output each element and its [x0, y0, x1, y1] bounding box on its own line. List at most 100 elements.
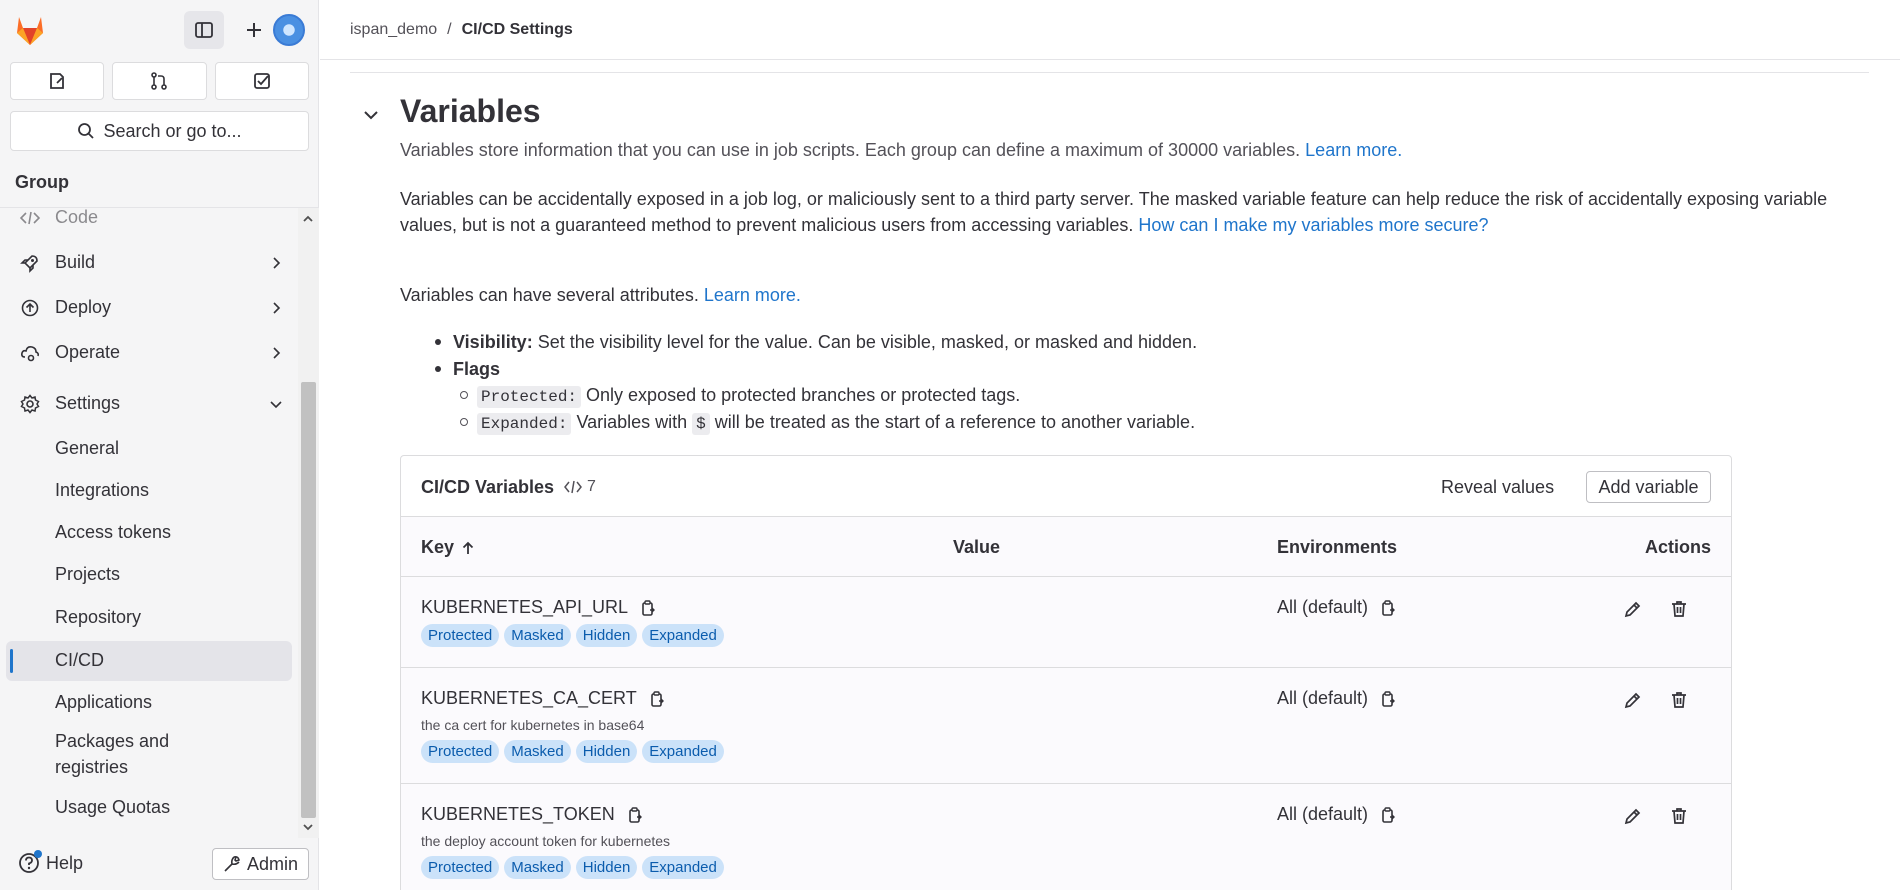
card-header: CI/CD Variables 7 Reveal values Add vari… — [401, 456, 1731, 517]
sidebar-item-packages-registries[interactable]: Packages and registries — [6, 726, 292, 782]
sidebar: Search or go to... Group Code Build Depl… — [0, 0, 319, 890]
sidebar-item-label: Applications — [55, 692, 153, 712]
copy-icon[interactable] — [638, 599, 656, 617]
sidebar-item-integrations[interactable]: Integrations — [6, 471, 292, 511]
bullet — [435, 338, 441, 345]
gitlab-logo-icon[interactable] — [13, 14, 47, 46]
admin-label: Admin — [246, 853, 299, 874]
row-actions — [1621, 597, 1691, 621]
sidebar-item-settings[interactable]: Settings — [6, 384, 292, 424]
sidebar-item-cicd[interactable]: CI/CD — [6, 641, 292, 681]
list-item: Flags — [400, 359, 500, 380]
cloud-gear-icon — [20, 343, 40, 363]
copy-icon[interactable] — [625, 806, 643, 824]
copy-icon[interactable] — [1378, 690, 1396, 708]
scroll-up-icon[interactable] — [302, 213, 314, 225]
sidebar-item-projects[interactable]: Projects — [6, 555, 292, 595]
section-intro: Variables store information that you can… — [400, 140, 1402, 161]
page-title: Variables — [400, 93, 541, 129]
issues-icon[interactable] — [10, 62, 105, 100]
scroll-down-icon[interactable] — [302, 821, 314, 833]
badge-masked: Masked — [504, 624, 571, 647]
admin-button[interactable]: Admin — [212, 848, 309, 880]
variable-count: 7 — [564, 478, 596, 496]
sidebar-toggle-icon[interactable] — [184, 11, 224, 49]
column-label: Key — [421, 537, 455, 557]
delete-trash-icon[interactable] — [1667, 688, 1691, 712]
table-row: KUBERNETES_API_URL Protected Masked Hidd… — [401, 577, 1731, 668]
chevron-right-icon — [268, 300, 284, 316]
merge-request-icon[interactable] — [112, 62, 207, 100]
sidebar-item-label: Projects — [55, 564, 121, 584]
expanded-text-a: Variables with — [576, 412, 688, 432]
breadcrumb-parent[interactable]: ispan_demo — [350, 21, 437, 39]
row-actions — [1621, 688, 1691, 712]
sidebar-item-general[interactable]: General — [6, 429, 292, 469]
delete-trash-icon[interactable] — [1667, 804, 1691, 828]
edit-pencil-icon[interactable] — [1621, 597, 1645, 621]
badge-masked: Masked — [504, 856, 571, 879]
sidebar-header — [0, 0, 319, 60]
edit-pencil-icon[interactable] — [1621, 688, 1645, 712]
plus-icon[interactable] — [234, 11, 274, 49]
learn-more-link[interactable]: Learn more. — [1305, 140, 1402, 160]
intro-text: Variables store information that you can… — [400, 140, 1301, 160]
chevron-right-icon — [268, 255, 284, 271]
table-row: KUBERNETES_TOKEN the deploy account toke… — [401, 784, 1731, 890]
collapse-chevron-icon[interactable] — [362, 106, 380, 124]
divider — [350, 72, 1869, 73]
reveal-values-button[interactable]: Reveal values — [1441, 477, 1554, 498]
deploy-icon — [20, 298, 40, 318]
sidebar-item-deploy[interactable]: Deploy — [6, 288, 292, 328]
variable-environment: All (default) — [1277, 688, 1396, 709]
list-item: Protected: Only exposed to protected bra… — [460, 385, 1020, 408]
sidebar-item-access-tokens[interactable]: Access tokens — [6, 513, 292, 553]
breadcrumb-current[interactable]: CI/CD Settings — [462, 21, 573, 39]
sidebar-item-applications[interactable]: Applications — [6, 683, 292, 723]
scroll-thumb[interactable] — [301, 382, 316, 818]
help-button[interactable]: Help — [18, 850, 83, 874]
table-header: Key Value Environments Actions — [401, 517, 1731, 577]
sidebar-item-label: Usage Quotas — [55, 797, 171, 817]
sidebar-nav: Code Build Deploy Operate Settings Gener… — [0, 208, 297, 838]
attributes-paragraph: Variables can have several attributes. L… — [400, 285, 801, 306]
list-item: Expanded: Variables with $ will be treat… — [460, 412, 1195, 435]
sidebar-item-build[interactable]: Build — [6, 243, 292, 283]
column-environments: Environments — [1277, 537, 1398, 557]
todo-icon[interactable] — [214, 62, 309, 100]
notification-dot — [34, 850, 42, 858]
sidebar-item-label: Repository — [55, 607, 142, 627]
table-row: KUBERNETES_CA_CERT the ca cert for kuber… — [401, 668, 1731, 784]
sidebar-item-label: Settings — [55, 393, 121, 413]
copy-icon[interactable] — [647, 690, 665, 708]
badge-protected: Protected — [421, 740, 500, 763]
secure-variables-link[interactable]: How can I make my variables more secure? — [1138, 215, 1488, 235]
key-text: KUBERNETES_API_URL — [421, 597, 629, 617]
column-actions: Actions — [1644, 537, 1711, 557]
sidebar-item-label: Packages and registries — [55, 731, 170, 777]
attributes-learn-more-link[interactable]: Learn more. — [704, 285, 801, 305]
bullet — [460, 417, 468, 426]
copy-icon[interactable] — [1378, 599, 1396, 617]
sidebar-item-usage-quotas[interactable]: Usage Quotas — [6, 788, 292, 828]
sidebar-item-operate[interactable]: Operate — [6, 333, 292, 373]
sidebar-item-code[interactable]: Code — [6, 208, 292, 238]
rocket-icon — [20, 253, 40, 273]
add-variable-button[interactable]: Add variable — [1586, 471, 1711, 503]
row-actions — [1621, 804, 1691, 828]
sidebar-item-repository[interactable]: Repository — [6, 598, 292, 638]
avatar[interactable] — [273, 14, 305, 46]
edit-pencil-icon[interactable] — [1621, 804, 1645, 828]
variable-environment: All (default) — [1277, 597, 1396, 618]
variable-key: KUBERNETES_TOKEN — [421, 804, 643, 825]
top-bar: ispan_demo / CI/CD Settings — [320, 0, 1900, 60]
search-button[interactable]: Search or go to... — [10, 111, 309, 151]
visibility-text: Set the visibility level for the value. … — [537, 332, 1198, 352]
copy-icon[interactable] — [1378, 806, 1396, 824]
code-icon — [20, 208, 40, 228]
delete-trash-icon[interactable] — [1667, 597, 1691, 621]
chevron-down-icon — [268, 396, 284, 412]
column-key[interactable]: Key — [421, 537, 476, 558]
sidebar-scrollbar[interactable] — [298, 208, 319, 838]
wrench-icon — [223, 855, 241, 873]
